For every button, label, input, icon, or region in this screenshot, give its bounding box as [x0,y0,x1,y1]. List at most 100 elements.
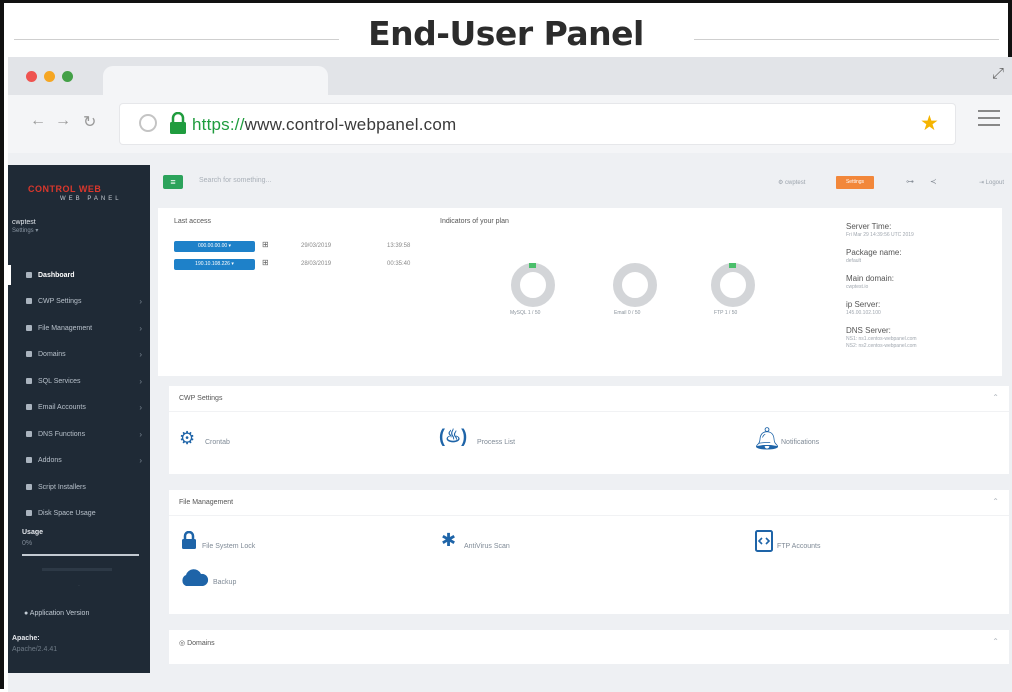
windows-icon: ⊞ [262,258,269,267]
back-icon[interactable]: ← [30,112,46,130]
crontab-icon[interactable]: ⚙ [179,428,195,449]
settings-badge[interactable]: Settings [836,176,874,189]
dns-server: DNS Server: NS1: ns1.centos-webpanel.com N… [846,326,917,349]
sidebar-item-cwp-settings[interactable]: CWP Settings › [8,288,150,314]
screenshot-frame: End-User Panel ⤢ ← → ↻ https://www.contr… [0,0,1012,692]
collapse-icon[interactable]: ⌃ [992,637,999,646]
tile-ftp-accounts[interactable]: FTP Accounts [777,543,820,550]
section-file-management: File Management ⌃ File System Lock ✱ Ant… [169,490,1009,614]
bug-icon[interactable]: ✱ [441,530,456,551]
cwp-app: CONTROL WEB WEB PANEL cwptest Settings ▾… [8,153,1012,692]
tile-backup[interactable]: Backup [213,579,236,586]
usage-progress-bar [22,554,139,556]
chevron-right-icon: › [139,455,142,465]
process-list-icon[interactable]: (♨) [439,426,467,447]
sidebar-faint-dot: · [78,583,80,589]
minimize-window-dot[interactable] [44,71,55,82]
usage-block: Usage 0% [22,529,44,547]
section-title: CWP Settings [179,395,223,402]
section-cwp-settings: CWP Settings ⌃ ⚙ Crontab (♨) Process Lis… [169,386,1009,474]
access-date: 28/03/2019 [301,261,332,267]
globe-icon [26,351,32,357]
key-icon[interactable]: ⊶ [906,177,914,186]
section-domains: ◎ Domains ⌃ [169,630,1009,664]
mail-icon [26,404,32,410]
bell-icon[interactable]: 🔔︎ [753,426,781,452]
page-title: End-User Panel [368,14,644,53]
forward-icon[interactable]: → [55,112,71,130]
browser-menu-icon[interactable] [978,110,1000,131]
monitor-icon [26,484,32,490]
code-file-icon[interactable] [753,530,775,552]
sidebar-item-domains[interactable]: Domains › [8,341,150,367]
ip-button[interactable]: 000.00.00.00 ▾ [174,241,255,252]
browser-tabbar: ⤢ [8,57,1012,95]
app-topbar: ≡ Search for something... ⚙ cwptest Sett… [150,165,1012,200]
section-header[interactable]: File Management ⌃ [169,490,1009,516]
indicators-title: Indicators of your plan [440,218,509,225]
sidebar-item-disk-space-usage[interactable]: Disk Space Usage [8,500,150,526]
access-time: 13:39:58 [387,243,411,249]
tile-notifications[interactable]: Notifications [781,439,819,446]
mysql-label: MySQL 1 / 50 [510,310,541,316]
windows-icon: ⊞ [262,240,269,249]
section-title: File Management [179,499,234,506]
sidebar-item-addons[interactable]: Addons › [8,447,150,473]
sidebar-item-sql-services[interactable]: SQL Services › [8,368,150,394]
email-donut [613,263,657,307]
tile-antivirus-scan[interactable]: AntiVirus Scan [464,543,510,550]
file-icon [26,325,32,331]
collapse-icon[interactable]: ⌃ [992,393,999,402]
package-name: Package name: default [846,248,902,264]
close-window-dot[interactable] [26,71,37,82]
chevron-right-icon: › [139,429,142,439]
chevron-right-icon: › [139,349,142,359]
access-date: 29/03/2019 [301,243,332,249]
user-menu[interactable]: ⚙ cwptest [778,179,805,186]
title-divider-left [14,39,339,40]
collapse-icon[interactable]: ⌃ [992,497,999,506]
url-text[interactable]: https://www.control-webpanel.com [192,115,456,135]
access-time: 00:35:40 [387,261,411,267]
email-label: Email 0 / 50 [614,310,641,316]
logout-link[interactable]: ⇥ Logout [979,179,1004,186]
tile-crontab[interactable]: Crontab [205,439,230,446]
maximize-window-dot[interactable] [62,71,73,82]
dashboard-icon [26,272,32,278]
server-time: Server Time: Fri Mar 29 14:39:56 UTC 2019 [846,222,914,238]
address-bar[interactable]: https://www.control-webpanel.com ★ [120,104,955,144]
application-version[interactable]: ● Application Version [24,610,89,617]
toggle-menu-button[interactable]: ≡ [163,175,183,189]
tile-process-list[interactable]: Process List [477,439,515,446]
sidebar-item-email-accounts[interactable]: Email Accounts › [8,394,150,420]
tile-file-system-lock[interactable]: File System Lock [202,543,255,550]
chevron-right-icon: › [139,402,142,412]
browser-window: ⤢ ← → ↻ https://www.control-webpanel.com… [8,57,1012,692]
section-header[interactable]: ◎ Domains ⌃ [169,630,1009,656]
search-input[interactable]: Search for something... [199,177,271,184]
ip-button[interactable]: 190.10.108.226 ▾ [174,259,255,270]
section-header[interactable]: CWP Settings ⌃ [169,386,1009,412]
database-icon [26,378,32,384]
browser-tab[interactable] [103,66,328,95]
cloud-icon[interactable] [179,568,209,586]
reload-icon[interactable]: ↻ [83,112,96,132]
title-divider-right [694,39,999,40]
lock-icon [170,112,186,134]
sidebar-faint-line [42,568,112,571]
chevron-right-icon: › [139,376,142,386]
sidebar-item-dashboard[interactable]: Dashboard [8,262,150,288]
bookmark-star-icon[interactable]: ★ [920,111,939,136]
sidebar-item-dns-functions[interactable]: DNS Functions › [8,421,150,447]
sidebar-item-file-management[interactable]: File Management › [8,315,150,341]
addons-icon [26,457,32,463]
section-title: ◎ Domains [179,640,215,647]
sidebar-item-script-installers[interactable]: Script Installers [8,474,150,500]
padlock-icon[interactable] [181,531,197,549]
share-icon[interactable]: ≺ [930,177,937,186]
ip-server: ip Server: 145.00.102.100 [846,300,881,316]
expand-icon[interactable]: ⤢ [992,65,1004,82]
sidebar-user[interactable]: cwptest Settings ▾ [12,219,38,234]
chevron-right-icon: › [139,296,142,306]
chevron-right-icon: › [139,323,142,333]
